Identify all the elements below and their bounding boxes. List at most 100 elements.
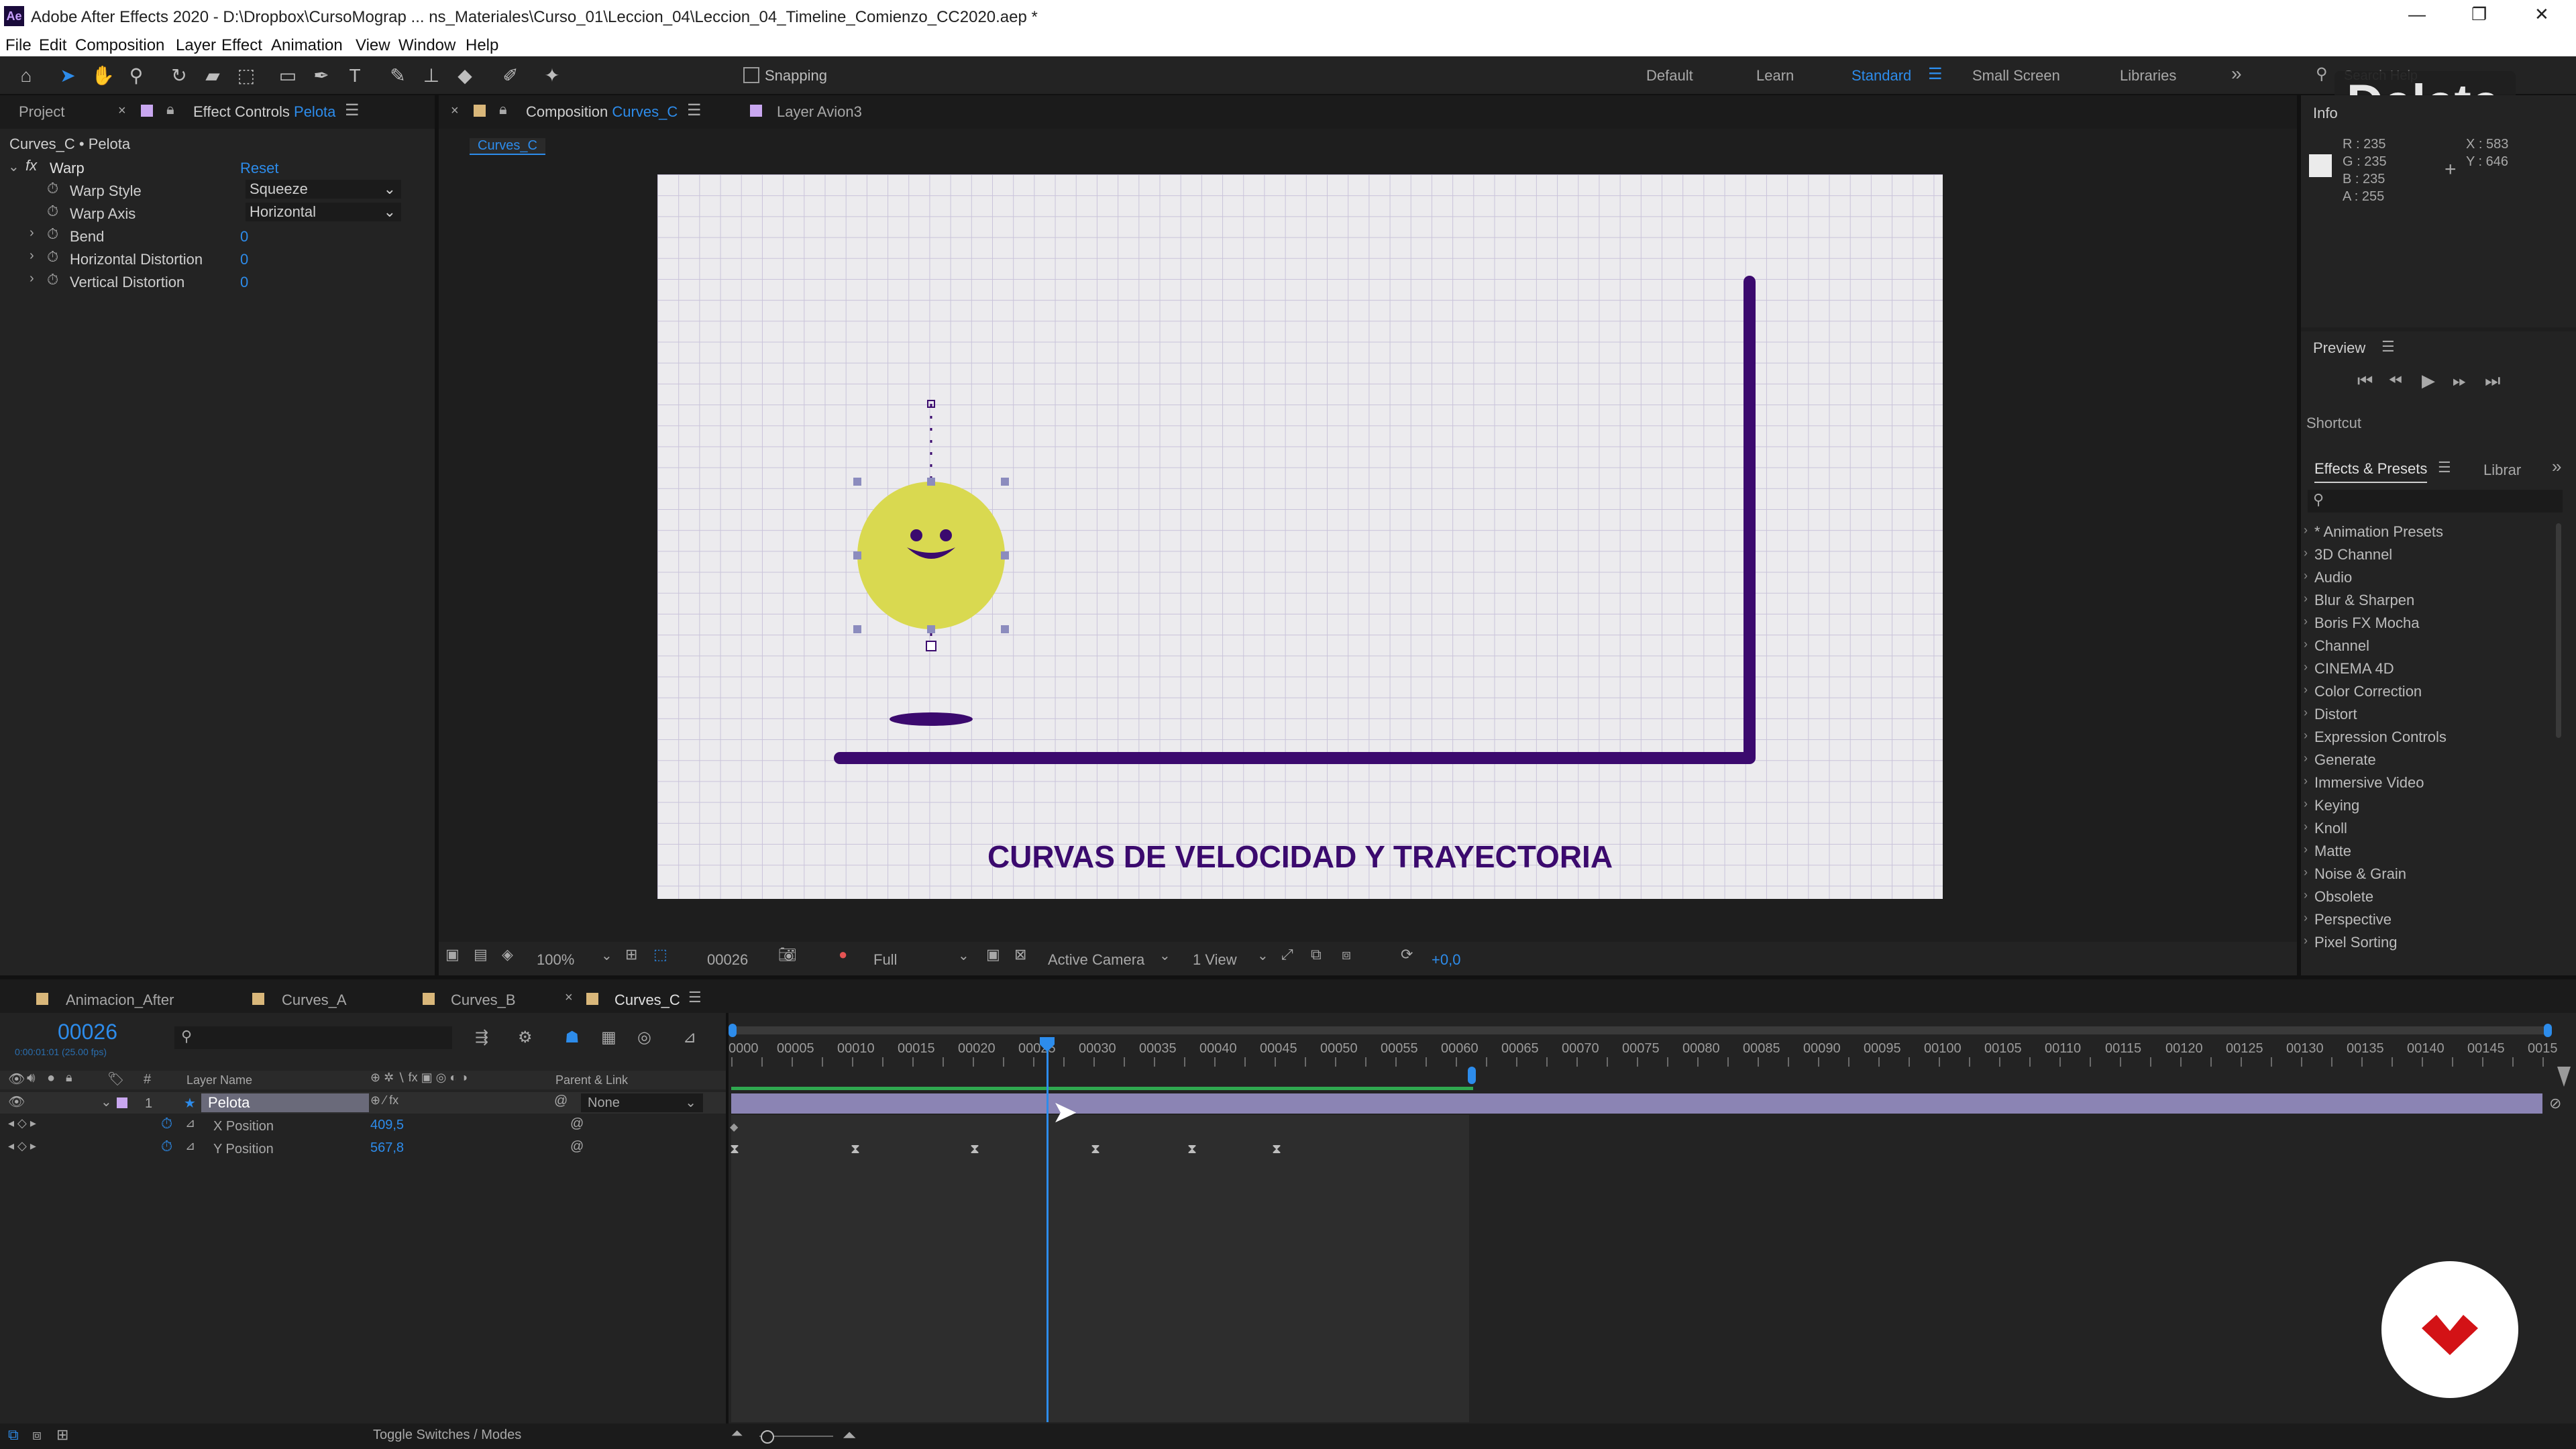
menu-file[interactable]: File [5, 36, 32, 55]
expand-arrow-icon[interactable]: › [2304, 569, 2308, 583]
chevron-down-icon[interactable]: ⌄ [958, 947, 969, 964]
keyframe-x-00000[interactable]: ◆ [730, 1120, 741, 1133]
graph-icon[interactable]: ⊿ [185, 1116, 195, 1130]
expand-arrow-icon[interactable]: › [2304, 592, 2308, 606]
warp-axis-select[interactable]: Horizontal ⌄ [246, 203, 401, 221]
zoom-in-icon[interactable]: ⏶ [843, 1425, 857, 1446]
expand-arrow-icon[interactable]: › [2304, 729, 2308, 743]
keyframe-nav-icon[interactable]: ◂ ◇ ▸ [8, 1116, 36, 1130]
effects-item[interactable]: CINEMA 4D [2314, 660, 2394, 678]
timeline-timecode[interactable]: 00026 [58, 1020, 117, 1044]
mask-visibility-icon[interactable]: ◈ [502, 946, 513, 963]
last-frame-icon[interactable]: ⏭ [2485, 370, 2500, 392]
chevron-down-icon[interactable]: ⌄ [1257, 947, 1269, 964]
camera-tool-icon[interactable]: ▰ [201, 64, 224, 87]
graph-icon[interactable]: ⊿ [185, 1139, 195, 1153]
panel-menu-icon[interactable]: ☰ [345, 101, 360, 120]
keyframe-y-00030[interactable]: ⧗ [1091, 1142, 1102, 1157]
camera-select[interactable]: Active Camera [1048, 951, 1144, 969]
y-position-value[interactable]: 567,8 [370, 1140, 404, 1156]
brush-tool-icon[interactable]: ✎ [386, 64, 409, 87]
stopwatch-icon[interactable]: ⏱︎ [161, 1138, 172, 1155]
draft-3d-icon[interactable]: ⚙︎ [518, 1028, 533, 1047]
effects-item[interactable]: 3D Channel [2314, 546, 2392, 564]
reset-exposure-icon[interactable]: ⟳ [1401, 946, 1413, 963]
comp-subtab[interactable]: Curves_C [470, 138, 545, 155]
tab-project[interactable]: Project [19, 103, 64, 121]
close-window-button[interactable]: ✕ [2534, 4, 2549, 25]
timeline-menu-icon[interactable]: ☰ [688, 989, 702, 1006]
expand-bend-icon[interactable]: › [30, 225, 34, 241]
in-out-icon[interactable]: ⊞ [56, 1426, 68, 1444]
effects-item[interactable]: Channel [2314, 637, 2369, 655]
puppet-tool-icon[interactable]: ✦ [541, 64, 564, 87]
effects-scrollbar[interactable] [2556, 523, 2561, 738]
expand-arrow-icon[interactable]: › [2304, 797, 2308, 811]
workspace-learn[interactable]: Learn [1756, 67, 1794, 85]
chevron-down-icon[interactable]: ⌄ [601, 947, 612, 964]
expand-arrow-icon[interactable]: › [2304, 637, 2308, 651]
work-area-bar[interactable] [733, 1026, 2551, 1034]
previous-frame-icon[interactable]: ⏪︎ [2388, 370, 2402, 392]
home-icon[interactable]: ⌂ [15, 64, 38, 87]
effects-item[interactable]: Matte [2314, 843, 2351, 860]
zoom-select[interactable]: 100% [537, 951, 574, 969]
x-position-value[interactable]: 409,5 [370, 1118, 404, 1133]
expand-arrow-icon[interactable]: › [2304, 820, 2308, 834]
zoom-tool-icon[interactable]: ⚲ [125, 64, 148, 87]
lock-icon[interactable]: 🔒︎ [499, 101, 507, 118]
expand-arrow-icon[interactable]: › [2304, 911, 2308, 925]
expand-arrow-icon[interactable]: › [2304, 888, 2308, 902]
menu-help[interactable]: Help [466, 36, 498, 55]
view-layout-select[interactable]: 1 View [1193, 951, 1237, 969]
workspace-small-screen[interactable]: Small Screen [1972, 67, 2060, 85]
tab-composition[interactable]: Composition Curves_C [526, 103, 678, 121]
expand-arrow-icon[interactable]: › [2304, 751, 2308, 765]
next-frame-icon[interactable]: ⏩︎ [2453, 370, 2467, 392]
effects-item[interactable]: Knoll [2314, 820, 2347, 837]
menu-composition[interactable]: Composition [75, 36, 164, 55]
parent-select[interactable]: None ⌄ [581, 1093, 703, 1112]
work-area-start-handle[interactable] [729, 1024, 737, 1037]
stopwatch-icon[interactable]: ⏱︎ [47, 203, 58, 220]
roto-brush-tool-icon[interactable]: ✐ [499, 64, 522, 87]
effects-menu-icon[interactable]: ☰ [2438, 459, 2451, 476]
maximize-button[interactable]: ❐ [2471, 4, 2487, 25]
workspace-default[interactable]: Default [1646, 67, 1693, 85]
effects-item[interactable]: Blur & Sharpen [2314, 592, 2414, 609]
effects-item[interactable]: Color Correction [2314, 683, 2422, 700]
rotate-tool-icon[interactable]: ↻ [168, 64, 191, 87]
keyframe-y-00000[interactable]: ⧗ [730, 1142, 741, 1157]
toggle-switches-button[interactable]: Toggle Switches / Modes [373, 1428, 521, 1443]
timeline-tab-curves-a[interactable]: Curves_A [282, 991, 347, 1009]
comp-canvas[interactable]: CURVAS DE VELOCIDAD Y TRAYECTORIA [657, 174, 1943, 899]
always-preview-icon[interactable]: ▣ [445, 946, 460, 963]
stopwatch-icon[interactable]: ⏱︎ [47, 248, 58, 266]
keyframe-nav-icon[interactable]: ◂ ◇ ▸ [8, 1139, 36, 1153]
expand-layer-icon[interactable]: ⌄ [101, 1093, 112, 1110]
close-tab-icon[interactable]: × [118, 103, 126, 119]
play-icon[interactable]: ▶ [2422, 370, 2435, 391]
effects-search-input[interactable] [2308, 490, 2563, 513]
expand-arrow-icon[interactable]: › [2304, 774, 2308, 788]
layer-duration-bar[interactable] [731, 1093, 2542, 1114]
workspace-standard[interactable]: Standard [1851, 67, 1911, 85]
toggle-transparency-icon[interactable]: ⊠ [1014, 946, 1026, 963]
expand-horizontal-distortion-icon[interactable]: › [30, 248, 34, 264]
more-tabs-icon[interactable]: » [2552, 456, 2561, 477]
expand-arrow-icon[interactable]: › [2304, 660, 2308, 674]
type-tool-icon[interactable]: T [343, 64, 366, 87]
bend-value[interactable]: 0 [240, 228, 248, 246]
pen-tool-icon[interactable]: ✒ [310, 64, 333, 87]
work-area-end-handle[interactable] [2544, 1024, 2552, 1037]
effects-item[interactable]: Immersive Video [2314, 774, 2424, 792]
clone-stamp-tool-icon[interactable]: ⊥ [420, 64, 443, 87]
rectangle-tool-icon[interactable]: ▭ [276, 64, 299, 87]
menu-effect[interactable]: Effect [221, 36, 262, 55]
tab-info[interactable]: Info [2313, 105, 2338, 122]
render-bar-end-handle[interactable] [1468, 1067, 1476, 1084]
warp-style-select[interactable]: Squeeze ⌄ [246, 180, 401, 199]
menu-window[interactable]: Window [398, 36, 455, 55]
keyframe-y-00020[interactable]: ⧗ [970, 1142, 981, 1157]
horizontal-distortion-value[interactable]: 0 [240, 251, 248, 268]
